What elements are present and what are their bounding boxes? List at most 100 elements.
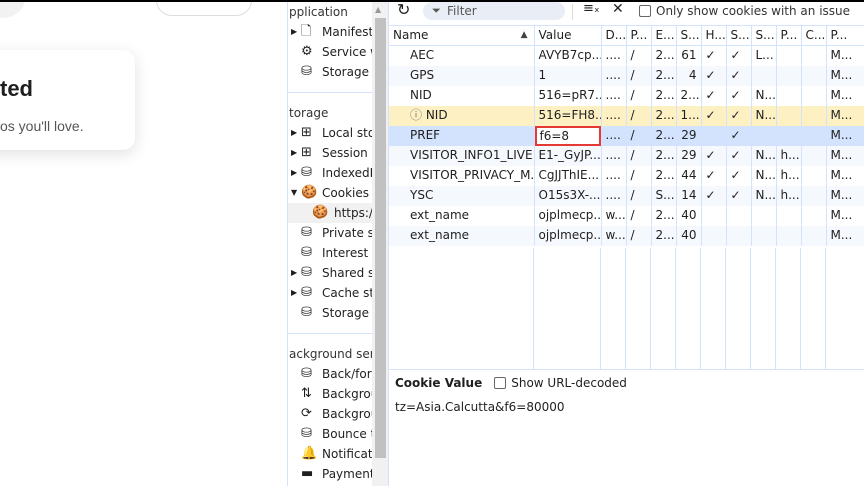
table-cell[interactable]: O15s3X-... — [534, 185, 602, 206]
sidebar-item[interactable]: ⛁ Private st — [288, 223, 372, 243]
table-cell[interactable]: 2... — [651, 65, 677, 86]
table-cell[interactable] — [801, 205, 827, 226]
sidebar-item[interactable]: ⛁ Storage — [288, 62, 372, 82]
table-cell[interactable]: ✓ — [726, 45, 752, 66]
table-cell[interactable] — [776, 125, 802, 146]
delete-selected-icon[interactable]: ✕ — [612, 1, 624, 17]
table-cell[interactable] — [776, 65, 802, 86]
table-cell[interactable] — [801, 165, 827, 186]
table-cell[interactable]: 2... — [651, 105, 677, 126]
column-header[interactable]: S... — [726, 25, 752, 46]
table-cell[interactable]: 29 — [676, 125, 702, 146]
table-row[interactable]: ⓘ NID 516=FH8......./2... 1... ✓ ✓ N... M... — [389, 105, 864, 126]
column-header[interactable]: Name ▲ — [389, 25, 535, 46]
table-cell[interactable] — [776, 45, 802, 66]
table-cell[interactable]: M... — [826, 165, 864, 186]
table-cell[interactable]: 44 — [676, 165, 702, 186]
table-cell[interactable]: M... — [826, 45, 864, 66]
column-header[interactable]: E... — [651, 25, 677, 46]
table-cell[interactable]: M... — [826, 185, 864, 206]
table-cell[interactable]: ✓ — [701, 85, 727, 106]
sidebar-item[interactable]: ▶ ⊞ Session st — [288, 143, 372, 163]
table-cell[interactable]: N... — [751, 185, 777, 206]
table-cell[interactable] — [751, 65, 777, 86]
table-cell[interactable] — [776, 105, 802, 126]
table-cell[interactable]: / — [626, 85, 652, 106]
table-cell[interactable]: N... — [751, 105, 777, 126]
table-cell[interactable]: ✓ — [726, 65, 752, 86]
table-cell[interactable]: ojplmecp... — [534, 205, 602, 226]
table-cell[interactable]: ✓ — [726, 125, 752, 146]
table-cell[interactable]: h... — [776, 185, 802, 206]
table-cell[interactable]: ✓ — [701, 185, 727, 206]
table-cell[interactable]: 2... — [651, 85, 677, 106]
scroll-up-icon[interactable]: ▲ — [375, 5, 381, 14]
expand-arrow-icon[interactable]: ▶ — [291, 123, 297, 143]
sign-in-button[interactable] — [156, 0, 252, 16]
table-cell[interactable]: ✓ — [726, 165, 752, 186]
table-cell[interactable]: ✓ — [701, 145, 727, 166]
expand-arrow-icon[interactable]: ▶ — [291, 22, 297, 42]
sidebar-item[interactable]: ⛁ Back/forw — [288, 364, 372, 384]
table-cell[interactable]: E1-_GyJP... — [534, 145, 602, 166]
expand-arrow-icon[interactable]: ▶ — [291, 143, 297, 163]
table-cell[interactable]: 1... — [676, 105, 702, 126]
table-cell[interactable]: .... — [601, 85, 627, 106]
table-row[interactable]: AEC AVYB7cp....... / 2... 61 ✓ ✓ L... M... — [389, 45, 864, 66]
table-cell[interactable]: VISITOR_PRIVACY_M... — [389, 165, 535, 186]
page-icon-button[interactable] — [0, 0, 25, 18]
table-cell[interactable]: YSC — [389, 185, 535, 206]
table-cell[interactable] — [776, 205, 802, 226]
table-cell[interactable] — [801, 65, 827, 86]
table-cell[interactable]: AEC — [389, 45, 535, 66]
table-cell[interactable]: w... — [601, 225, 627, 246]
table-cell[interactable]: / — [626, 45, 652, 66]
cookie-value-text[interactable]: tz=Asia.Calcutta&f6=80000 — [395, 400, 859, 414]
table-cell[interactable]: 61 — [676, 45, 702, 66]
table-cell[interactable] — [751, 125, 777, 146]
table-cell[interactable]: M... — [826, 125, 864, 146]
table-cell[interactable]: h... — [776, 165, 802, 186]
table-row[interactable]: VISITOR_PRIVACY_M... CgJJThIE....... / 2...… — [389, 165, 864, 186]
table-cell[interactable]: NID — [389, 85, 535, 106]
sidebar-item[interactable]: ⇅ Backgrou — [288, 384, 372, 404]
table-cell[interactable]: ✓ — [701, 105, 727, 126]
table-cell[interactable]: 2... — [651, 225, 677, 246]
table-cell[interactable]: 2... — [676, 85, 702, 106]
table-cell[interactable]: 2... — [651, 145, 677, 166]
table-cell[interactable]: / — [626, 125, 652, 146]
table-row[interactable]: VISITOR_INFO1_LIVE E1-_GyJP....... / 2... 29… — [389, 145, 864, 166]
sidebar-item[interactable]: ⟳ Backgrou — [288, 404, 372, 424]
table-cell[interactable] — [801, 185, 827, 206]
table-cell[interactable]: L... — [751, 45, 777, 66]
table-cell[interactable]: ext_name — [389, 205, 535, 226]
table-cell[interactable]: / — [626, 165, 652, 186]
table-cell[interactable]: S... — [651, 185, 677, 206]
table-cell[interactable]: ✓ — [726, 185, 752, 206]
table-cell[interactable]: .... — [601, 145, 627, 166]
table-cell[interactable]: N... — [751, 85, 777, 106]
table-cell[interactable] — [801, 125, 827, 146]
table-cell[interactable] — [801, 85, 827, 106]
filter-input[interactable]: ⏷ Filter — [423, 2, 565, 20]
table-row[interactable]: PREF f6=8.... / 2... 29 ✓ M... — [389, 125, 864, 146]
table-cell[interactable]: ⓘ NID — [389, 105, 535, 126]
column-header[interactable]: P... — [776, 25, 802, 46]
table-cell[interactable]: N... — [751, 145, 777, 166]
table-cell[interactable]: ✓ — [701, 45, 727, 66]
sidebar-item[interactable]: ▬ Payment — [288, 464, 372, 484]
table-cell[interactable]: M... — [826, 85, 864, 106]
table-cell[interactable]: / — [626, 205, 652, 226]
table-cell[interactable]: .... — [601, 65, 627, 86]
table-row[interactable]: ext_name ojplmecp... w... / 2... 40 M... — [389, 225, 864, 246]
table-cell[interactable] — [801, 45, 827, 66]
table-cell[interactable]: / — [626, 225, 652, 246]
sidebar-item[interactable]: ⚙ Service w — [288, 42, 372, 62]
table-cell[interactable]: M... — [826, 225, 864, 246]
sidebar-item[interactable]: ▶ 🗋 Manifest — [288, 22, 372, 42]
table-cell[interactable]: / — [626, 185, 652, 206]
collapse-arrow-icon[interactable]: ▼ — [291, 183, 297, 203]
table-cell[interactable]: .... — [601, 185, 627, 206]
table-cell[interactable]: CgJJThIE... — [534, 165, 602, 186]
table-cell[interactable]: .... — [601, 105, 627, 126]
